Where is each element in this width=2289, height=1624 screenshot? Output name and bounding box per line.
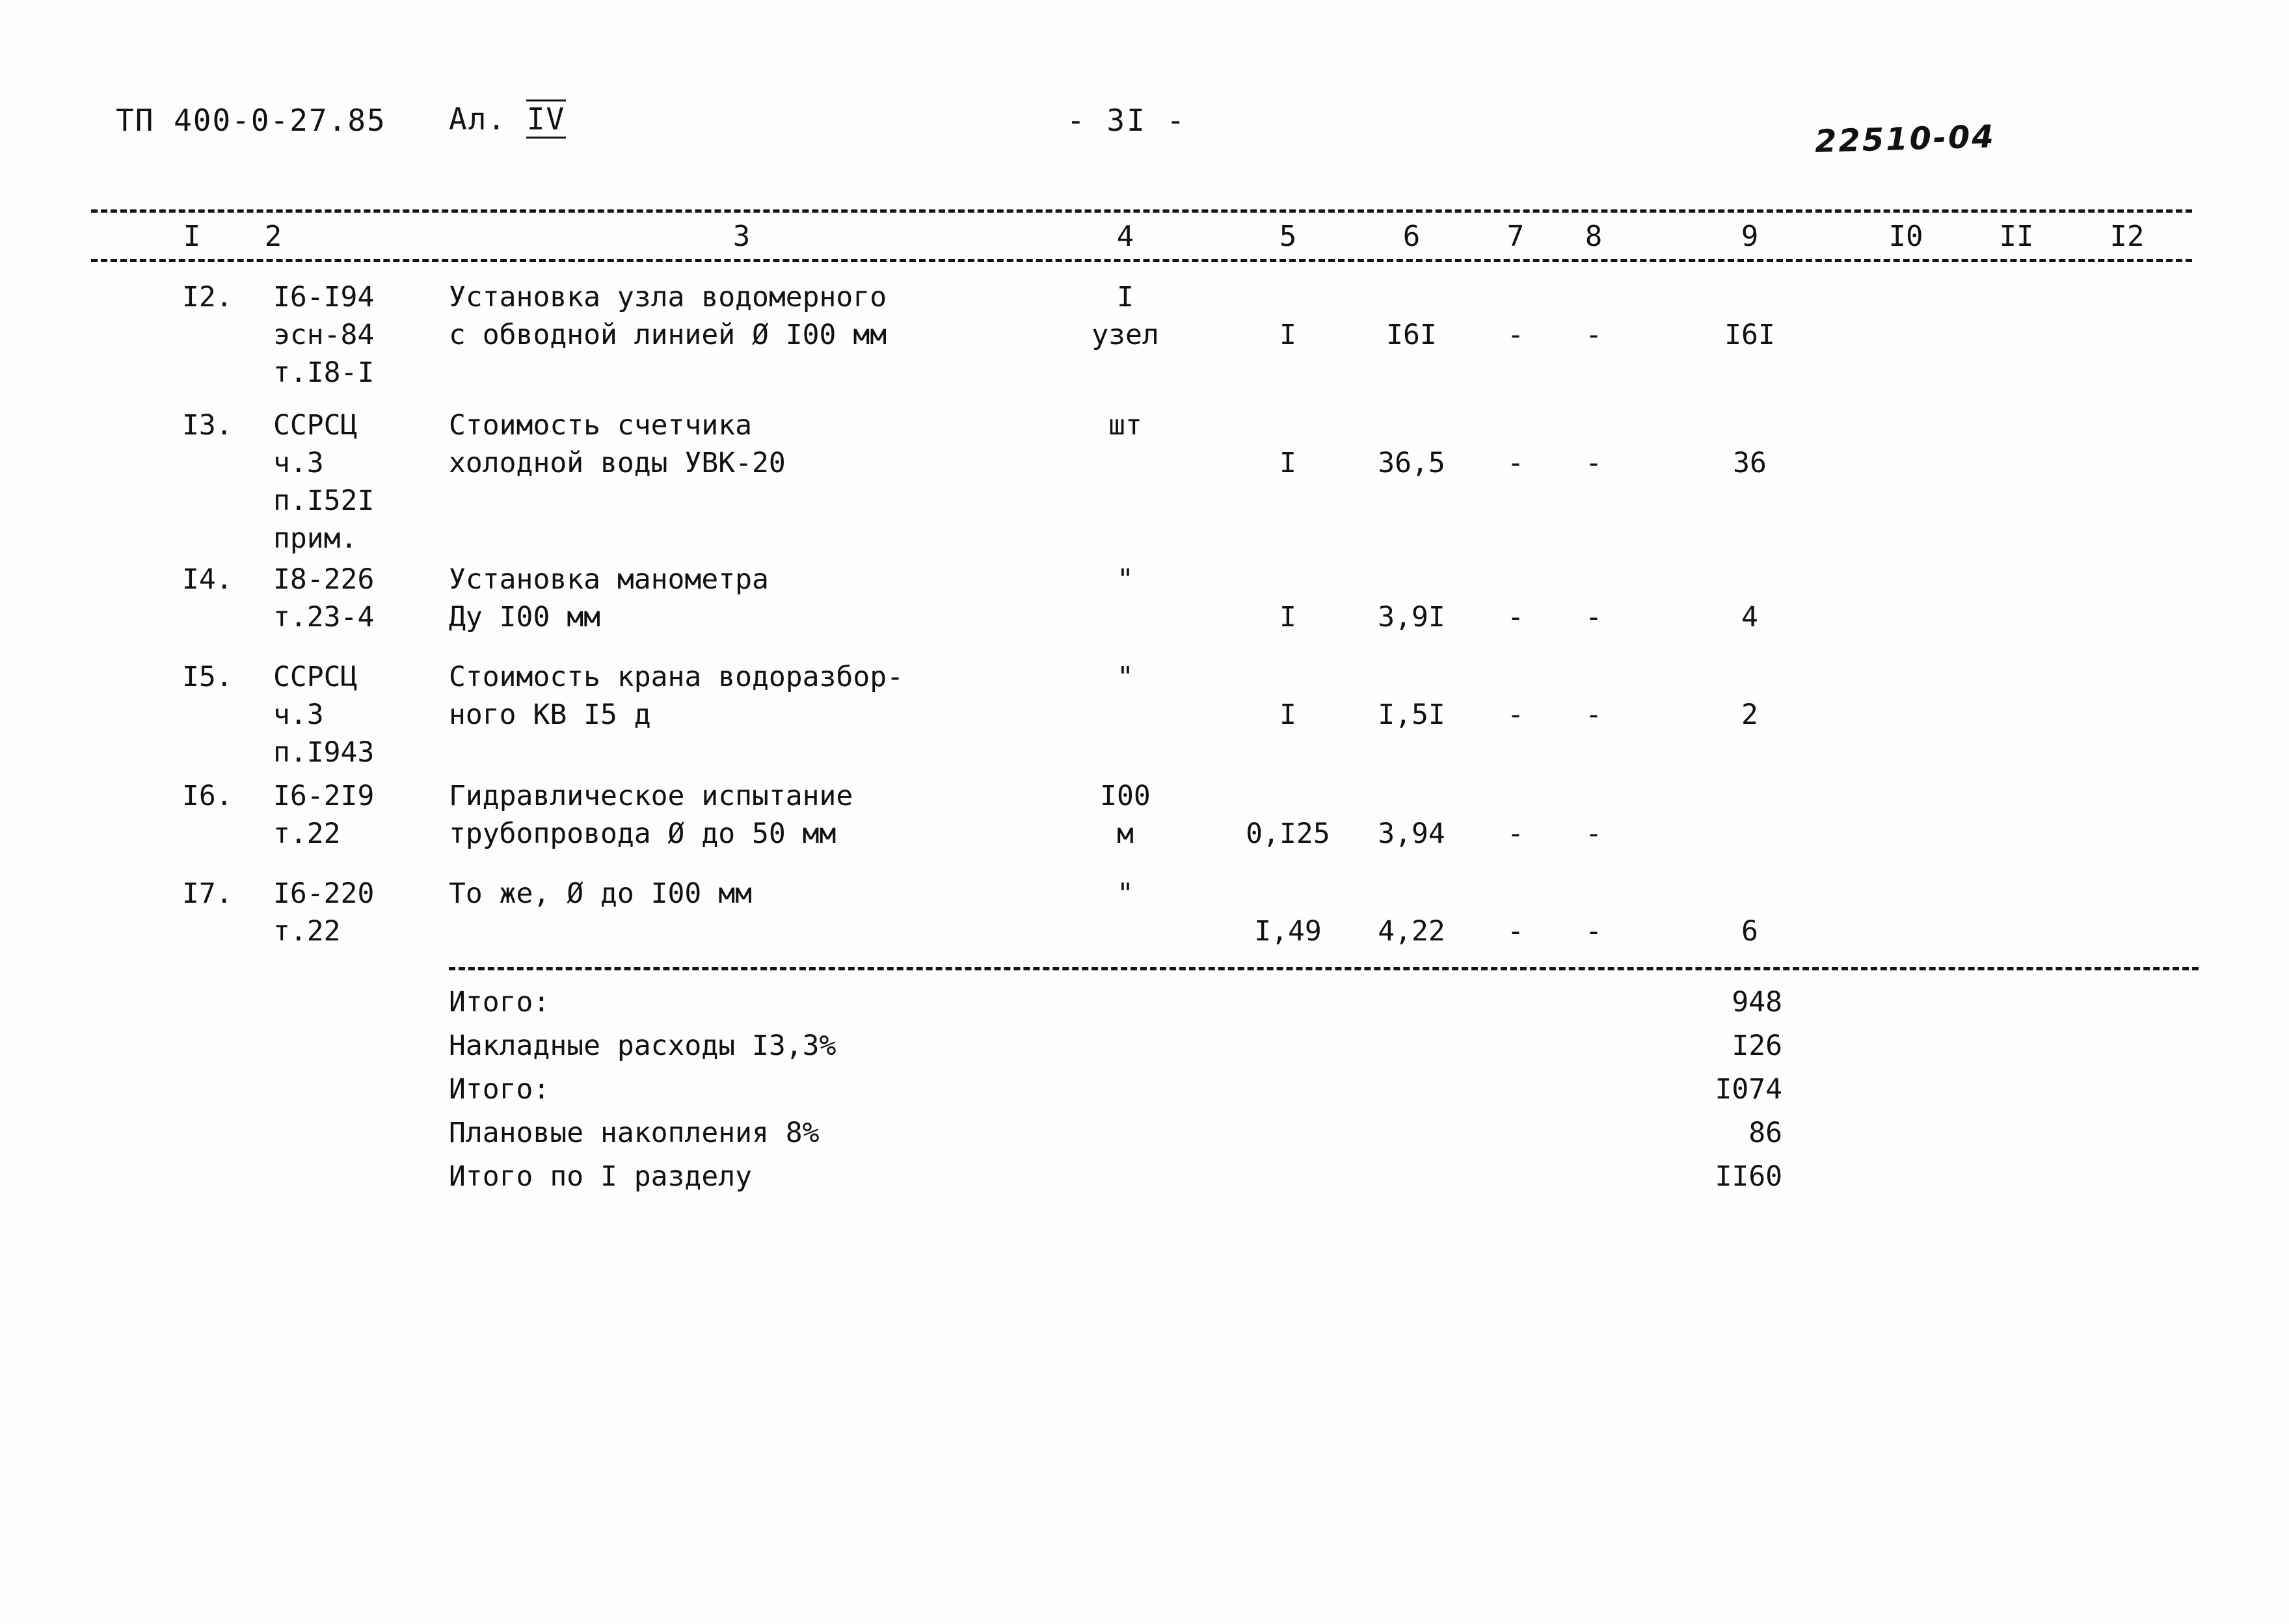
album-label: Ал. — [449, 101, 507, 137]
column-header-5: 5 — [1279, 220, 1297, 253]
row-norm-code-line: п.I943 — [273, 736, 375, 769]
table-header-rule — [91, 259, 2192, 262]
row-unit: I00 м — [1060, 777, 1190, 853]
totals-value: I074 — [1715, 1073, 1782, 1106]
row-norm-code: ССРСЦ ч.3 п.I52I прим. — [273, 406, 468, 557]
row-norm-code-line: ч.3 — [273, 447, 324, 479]
row-norm-code-line: т.23-4 — [273, 601, 375, 633]
column-header-8: 8 — [1585, 220, 1603, 253]
row-total: 36 — [1733, 447, 1767, 479]
row-norm-code-line: I6-220 — [273, 877, 375, 910]
totals-label: Плановые накопления 8% — [449, 1117, 820, 1149]
row-description-line: ного КВ I5 д — [449, 699, 651, 731]
row-norm-code: I6-220 т.22 — [273, 875, 468, 950]
row-description-line: Ду I00 мм — [449, 601, 600, 633]
column-header-11: II — [1999, 220, 2034, 253]
row-unit-line: шт — [1108, 409, 1142, 442]
row-unit: " — [1060, 561, 1190, 598]
row-norm-code-line: т.I8-I — [273, 356, 375, 389]
row-unit-line: I — [1117, 281, 1134, 313]
album-designation: Ал. IV — [449, 100, 567, 139]
column-header-7: 7 — [1506, 220, 1525, 253]
row-norm-code: I6-2I9 т.22 — [273, 777, 468, 853]
row-norm-code-line: I6-2I9 — [273, 780, 375, 812]
row-norm-code-line: эсн-84 — [273, 319, 375, 351]
row-col8: - — [1585, 447, 1602, 479]
row-total: 6 — [1741, 915, 1758, 948]
row-unit: " — [1060, 875, 1190, 912]
row-unit-line: " — [1117, 877, 1134, 910]
totals-value: 948 — [1732, 986, 1782, 1018]
row-norm-code: ССРСЦ ч.3 п.I943 — [273, 658, 468, 771]
column-header-12: I2 — [2109, 220, 2145, 253]
row-description-line: холодной воды УВК-20 — [449, 447, 786, 479]
row-col8: - — [1585, 915, 1602, 948]
row-norm-code-line: ССРСЦ — [273, 661, 358, 693]
row-number: I2. — [182, 281, 233, 313]
row-norm-code-line: I6-I94 — [273, 281, 375, 313]
column-header-10: I0 — [1888, 220, 1923, 253]
row-number: I6. — [182, 780, 233, 812]
row-unit: " — [1060, 658, 1190, 696]
totals-value: 86 — [1748, 1117, 1782, 1149]
row-number: I4. — [182, 563, 233, 596]
row-norm-code-line: т.22 — [273, 818, 341, 850]
column-header-4: 4 — [1116, 220, 1134, 253]
row-norm-code-line: прим. — [273, 522, 358, 555]
row-total: 4 — [1741, 601, 1758, 633]
row-unit: шт — [1060, 406, 1190, 444]
totals-label: Итого: — [449, 986, 550, 1018]
table-top-rule — [91, 209, 2192, 213]
row-col8: - — [1585, 319, 1602, 351]
column-header-1: I — [183, 220, 201, 253]
totals-value: II60 — [1715, 1160, 1782, 1193]
row-norm-code-line: ч.3 — [273, 699, 324, 731]
row-col8: - — [1585, 699, 1602, 731]
document-page: ТП 400-0-27.85 Ал. IV - 3I - 22510-04 I2… — [0, 0, 2289, 1624]
totals-label: Итого: — [449, 1073, 550, 1106]
row-number: I3. — [182, 409, 233, 442]
row-norm-code: I6-I94 эсн-84 т.I8-I — [273, 278, 468, 392]
row-number: I7. — [182, 877, 233, 910]
totals-value: I26 — [1732, 1030, 1782, 1062]
row-unit-line: I00 — [1100, 780, 1151, 812]
row-unit-line: узел — [1091, 319, 1159, 351]
totals-label: Итого по I разделу — [449, 1160, 752, 1193]
totals-label: Накладные расходы I3,3% — [449, 1030, 837, 1062]
column-header-2: 2 — [264, 220, 282, 253]
row-unit-line: " — [1117, 563, 1134, 596]
row-total: 2 — [1741, 699, 1758, 731]
column-header-3: 3 — [732, 220, 751, 253]
archive-stamp: 22510-04 — [1814, 118, 1996, 160]
row-col8: - — [1585, 818, 1602, 850]
row-unit: Iузел — [1060, 278, 1190, 354]
row-norm-code-line: I8-226 — [273, 563, 375, 596]
row-unit-line: " — [1117, 661, 1134, 693]
row-total: I6I — [1724, 319, 1775, 351]
row-norm-code-line: т.22 — [273, 915, 341, 948]
column-header-9: 9 — [1741, 220, 1759, 253]
album-number: IV — [526, 100, 567, 139]
document-code: ТП 400-0-27.85 — [116, 103, 386, 138]
row-norm-code-line: ССРСЦ — [273, 409, 358, 442]
totals-separator-rule — [449, 967, 2199, 970]
row-unit-line: м — [1117, 818, 1134, 850]
row-number: I5. — [182, 661, 233, 693]
row-norm-code-line: п.I52I — [273, 485, 375, 517]
row-norm-code: I8-226 т.23-4 — [273, 561, 468, 636]
row-col8: - — [1585, 601, 1602, 633]
column-header-6: 6 — [1402, 220, 1421, 253]
page-number: - 3I - — [1067, 103, 1187, 138]
